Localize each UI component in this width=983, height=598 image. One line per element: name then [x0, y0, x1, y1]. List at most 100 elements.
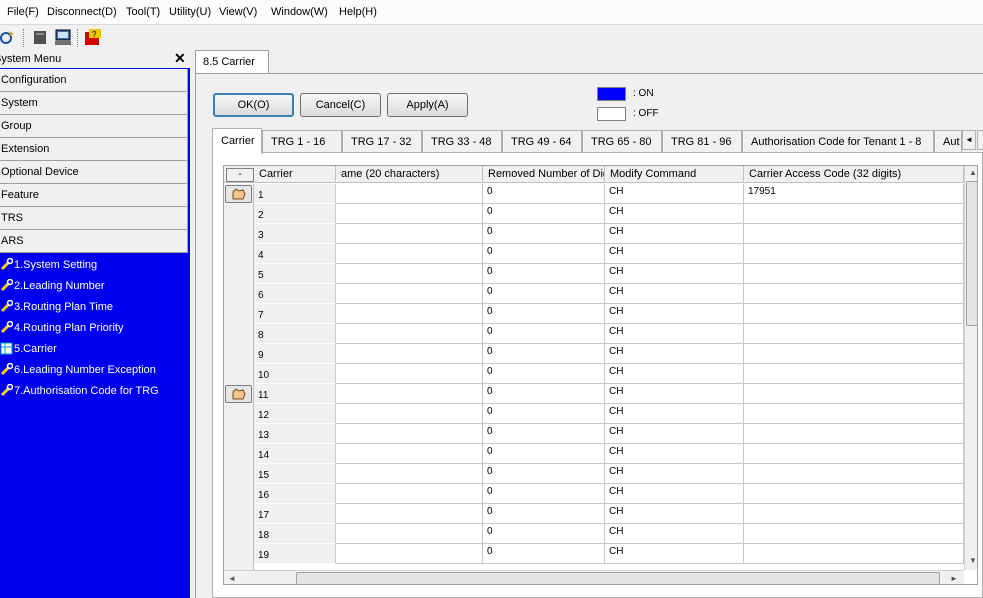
cell-removed-digits[interactable]: 0: [483, 424, 605, 444]
cell-access-code[interactable]: [744, 384, 964, 404]
cell-removed-digits[interactable]: 0: [483, 524, 605, 544]
cell-removed-digits[interactable]: 0: [483, 464, 605, 484]
cell-access-code[interactable]: [744, 264, 964, 284]
cell-access-code[interactable]: 17951: [744, 184, 964, 204]
cell-modify-command[interactable]: CH: [605, 264, 744, 284]
cell-access-code[interactable]: [744, 424, 964, 444]
vertical-scroll-thumb[interactable]: [966, 181, 977, 326]
cell-removed-digits[interactable]: 0: [483, 504, 605, 524]
horizontal-scrollbar[interactable]: ◄ ►: [224, 570, 964, 584]
cell-removed-digits[interactable]: 0: [483, 404, 605, 424]
tree-item-routing-plan-time[interactable]: 3.Routing Plan Time: [0, 297, 188, 318]
cell-name[interactable]: [336, 484, 483, 504]
cell-removed-digits[interactable]: 0: [483, 384, 605, 404]
cell-access-code[interactable]: [744, 204, 964, 224]
cell-access-code[interactable]: [744, 444, 964, 464]
cell-modify-command[interactable]: CH: [605, 504, 744, 524]
tree-item-system-setting[interactable]: 1.System Setting: [0, 255, 188, 276]
cell-modify-command[interactable]: CH: [605, 184, 744, 204]
cell-modify-command[interactable]: CH: [605, 444, 744, 464]
tree-item-carrier[interactable]: 5.Carrier: [0, 339, 188, 360]
help-icon[interactable]: ?: [84, 29, 102, 46]
tab-aut[interactable]: Aut: [934, 130, 962, 152]
tab-trg-81-96[interactable]: TRG 81 - 96: [662, 130, 742, 152]
horizontal-scroll-thumb[interactable]: [296, 572, 940, 584]
category-extension[interactable]: Extension: [0, 138, 188, 161]
cell-access-code[interactable]: [744, 504, 964, 524]
column-header-modify-command[interactable]: Modify Command: [605, 166, 744, 183]
menu-view[interactable]: View(V): [219, 6, 257, 18]
tab-scroll-left-button[interactable]: ◄: [962, 130, 976, 150]
tab-scroll-right-button[interactable]: [977, 130, 983, 150]
cell-removed-digits[interactable]: 0: [483, 264, 605, 284]
cell-modify-command[interactable]: CH: [605, 304, 744, 324]
category-system[interactable]: System: [0, 92, 188, 115]
tab-trg-33-48[interactable]: TRG 33 - 48: [422, 130, 502, 152]
document-tab[interactable]: 8.5 Carrier: [195, 50, 269, 74]
cell-name[interactable]: [336, 464, 483, 484]
cell-name[interactable]: [336, 544, 483, 564]
cell-removed-digits[interactable]: 0: [483, 184, 605, 204]
cell-modify-command[interactable]: CH: [605, 404, 744, 424]
column-header-access-code[interactable]: Carrier Access Code (32 digits): [744, 166, 964, 183]
cell-modify-command[interactable]: CH: [605, 324, 744, 344]
tab-trg-49-64[interactable]: TRG 49 - 64: [502, 130, 582, 152]
scroll-up-icon[interactable]: ▲: [969, 168, 977, 177]
tree-item-authorisation-code-trg[interactable]: 7.Authorisation Code for TRG: [0, 381, 188, 402]
cell-name[interactable]: [336, 304, 483, 324]
cell-removed-digits[interactable]: 0: [483, 544, 605, 564]
cell-removed-digits[interactable]: 0: [483, 324, 605, 344]
column-header-removed-digits[interactable]: Removed Number of Dig: [483, 166, 605, 183]
cell-modify-command[interactable]: CH: [605, 244, 744, 264]
cell-modify-command[interactable]: CH: [605, 204, 744, 224]
cell-name[interactable]: [336, 344, 483, 364]
cell-name[interactable]: [336, 284, 483, 304]
cell-access-code[interactable]: [744, 544, 964, 564]
tab-trg-17-32[interactable]: TRG 17 - 32: [342, 130, 422, 152]
cell-name[interactable]: [336, 244, 483, 264]
scroll-right-icon[interactable]: ►: [950, 574, 958, 583]
scroll-down-icon[interactable]: ▼: [969, 556, 977, 565]
cell-access-code[interactable]: [744, 224, 964, 244]
wizard-icon[interactable]: [0, 29, 18, 46]
column-header-name[interactable]: ame (20 characters): [336, 166, 483, 183]
menu-file[interactable]: File(F): [7, 6, 39, 18]
row-copy-button[interactable]: [225, 185, 252, 203]
cell-modify-command[interactable]: CH: [605, 364, 744, 384]
tree-item-routing-plan-priority[interactable]: 4.Routing Plan Priority: [0, 318, 188, 339]
module-icon[interactable]: [32, 29, 50, 46]
cancel-button[interactable]: Cancel(C): [300, 93, 381, 117]
menu-help[interactable]: Help(H): [339, 6, 377, 18]
cell-access-code[interactable]: [744, 304, 964, 324]
pc-icon[interactable]: [54, 29, 72, 46]
cell-access-code[interactable]: [744, 244, 964, 264]
column-header-carrier[interactable]: Carrier: [254, 166, 336, 183]
cell-removed-digits[interactable]: 0: [483, 444, 605, 464]
cell-name[interactable]: [336, 364, 483, 384]
category-optional-device[interactable]: Optional Device: [0, 161, 188, 184]
cell-access-code[interactable]: [744, 404, 964, 424]
cell-removed-digits[interactable]: 0: [483, 244, 605, 264]
category-configuration[interactable]: Configuration: [0, 69, 188, 92]
cell-access-code[interactable]: [744, 524, 964, 544]
scroll-left-icon[interactable]: ◄: [228, 574, 236, 583]
cell-modify-command[interactable]: CH: [605, 224, 744, 244]
cell-name[interactable]: [336, 264, 483, 284]
category-feature[interactable]: Feature: [0, 184, 188, 207]
apply-button[interactable]: Apply(A): [387, 93, 468, 117]
close-icon[interactable]: ✕: [174, 51, 186, 65]
cell-name[interactable]: [336, 184, 483, 204]
cell-name[interactable]: [336, 404, 483, 424]
tree-item-leading-number[interactable]: 2.Leading Number: [0, 276, 188, 297]
cell-modify-command[interactable]: CH: [605, 384, 744, 404]
cell-access-code[interactable]: [744, 464, 964, 484]
cell-name[interactable]: [336, 384, 483, 404]
cell-modify-command[interactable]: CH: [605, 484, 744, 504]
cell-removed-digits[interactable]: 0: [483, 364, 605, 384]
cell-modify-command[interactable]: CH: [605, 544, 744, 564]
category-group[interactable]: Group: [0, 115, 188, 138]
cell-name[interactable]: [336, 524, 483, 544]
cell-removed-digits[interactable]: 0: [483, 344, 605, 364]
cell-access-code[interactable]: [744, 364, 964, 384]
menu-window[interactable]: Window(W): [271, 6, 328, 18]
